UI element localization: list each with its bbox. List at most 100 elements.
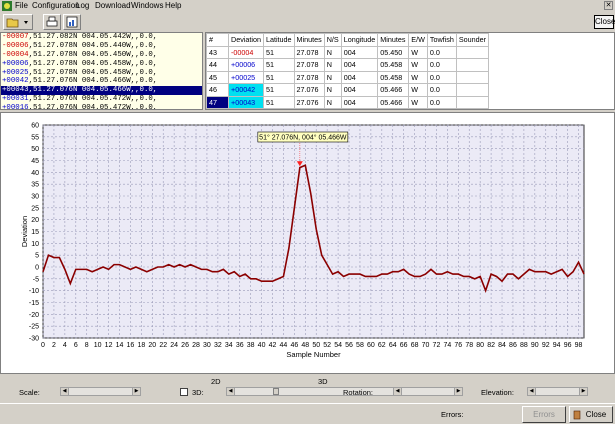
x-tick-label: 58	[356, 342, 364, 349]
scroll-left-icon[interactable]: ◀	[227, 388, 235, 395]
x-tick-label: 60	[367, 342, 375, 349]
log-list-item[interactable]: +00016,51.27.076N 004.05.472W,,0.0,	[1, 104, 202, 109]
table-cell-snd	[455, 45, 490, 59]
scroll-right-icon[interactable]: ▶	[579, 388, 587, 395]
document-chart-icon	[66, 16, 78, 28]
scale-slider[interactable]: ◀ ▶	[60, 387, 141, 396]
table-cell-lat: 51	[262, 58, 295, 72]
export-button[interactable]	[63, 14, 81, 30]
column-header[interactable]: Longitude	[340, 33, 379, 47]
elevation-slider[interactable]: ◀ ▶	[527, 387, 588, 396]
scroll-left-icon[interactable]: ◀	[528, 388, 536, 395]
x-tick-label: 76	[454, 342, 462, 349]
menu-help[interactable]: Help	[165, 1, 181, 10]
x-tick-label: 64	[389, 342, 397, 349]
log-list-item[interactable]: +00042,51.27.076N 004.05.466W,,0.0,	[1, 77, 202, 86]
x-tick-label: 72	[433, 342, 441, 349]
errors-button[interactable]: Errors	[522, 406, 566, 423]
close-button[interactable]: Close	[569, 406, 613, 423]
close-button-top[interactable]: Close	[594, 15, 615, 29]
table-row[interactable]: 45 +00025 51 27.078 N 004 05.458 W 0.0	[206, 70, 490, 84]
window-close-icon[interactable]: ✕	[604, 1, 613, 10]
menu-configuration[interactable]: Configuration	[32, 1, 80, 10]
y-tick-label: 40	[31, 170, 39, 177]
x-tick-label: 6	[74, 342, 78, 349]
scroll-right-icon[interactable]: ▶	[454, 388, 462, 395]
column-header[interactable]: #	[206, 33, 229, 47]
x-tick-label: 50	[312, 342, 320, 349]
menu-windows[interactable]: Windows	[131, 1, 163, 10]
x-tick-label: 56	[345, 342, 353, 349]
y-tick-label: 25	[31, 205, 39, 212]
scroll-left-icon[interactable]: ◀	[61, 388, 69, 395]
x-tick-label: 70	[422, 342, 430, 349]
table-cell-n: 44	[206, 58, 229, 72]
table-cell-lat: 51	[262, 70, 295, 84]
x-tick-label: 2	[52, 342, 56, 349]
column-header[interactable]: Minutes	[377, 33, 410, 47]
3d-checkbox-label: 3D:	[192, 388, 204, 397]
x-tick-label: 98	[575, 342, 583, 349]
open-folder-button[interactable]	[3, 14, 33, 30]
x-tick-label: 32	[214, 342, 222, 349]
table-cell-lon: 004	[340, 95, 379, 109]
x-tick-label: 92	[542, 342, 550, 349]
print-button[interactable]	[43, 14, 61, 30]
log-deviation: +00043	[2, 86, 29, 95]
menu-file[interactable]: File	[15, 1, 28, 10]
3d-checkbox[interactable]	[180, 388, 188, 396]
x-tick-label: 94	[553, 342, 561, 349]
table-cell-min: 27.078	[293, 45, 325, 59]
column-header[interactable]: E/W	[408, 33, 428, 47]
column-header[interactable]: Deviation	[228, 33, 264, 47]
table-row[interactable]: 47 +00043 51 27.076 N 004 05.466 W 0.0	[206, 95, 490, 109]
x-tick-label: 88	[520, 342, 528, 349]
log-deviation: +00025	[2, 68, 29, 77]
table-cell-ew: W	[408, 70, 428, 84]
y-tick-label: 50	[31, 146, 39, 153]
log-deviation: -00007	[2, 33, 29, 41]
scroll-right-icon[interactable]: ▶	[132, 388, 140, 395]
scale-label: Scale:	[19, 388, 40, 397]
log-list-item[interactable]: +00006,51.27.078N 004.05.458W,,0.0,	[1, 60, 202, 69]
column-header[interactable]: Sounder	[455, 33, 490, 47]
table-cell-dev: +00043	[228, 95, 264, 109]
column-header[interactable]: Towfish	[426, 33, 457, 47]
log-list-item[interactable]: -00006,51.27.078N 004.05.440W,,0.0,	[1, 42, 202, 51]
x-tick-label: 84	[498, 342, 506, 349]
table-cell-tow: 0.0	[426, 58, 457, 72]
y-tick-label: -20	[29, 312, 39, 319]
column-header[interactable]: Minutes	[293, 33, 325, 47]
x-tick-label: 30	[203, 342, 211, 349]
y-tick-label: 5	[35, 253, 39, 260]
log-deviation: +00042	[2, 77, 29, 86]
table-row[interactable]: 43 -00004 51 27.078 N 004 05.450 W 0.0	[206, 45, 490, 59]
menu-log[interactable]: Log	[76, 1, 89, 10]
column-header[interactable]: Latitude	[262, 33, 295, 47]
x-axis-label: Sample Number	[286, 350, 341, 359]
x-tick-label: 24	[170, 342, 178, 349]
table-row[interactable]: 44 +00006 51 27.078 N 004 05.458 W 0.0	[206, 58, 490, 72]
folder-open-icon	[6, 18, 28, 28]
x-tick-label: 68	[411, 342, 419, 349]
x-tick-label: 22	[159, 342, 167, 349]
app-icon	[2, 1, 12, 11]
x-tick-label: 66	[400, 342, 408, 349]
scroll-left-icon[interactable]: ◀	[394, 388, 402, 395]
log-list-item[interactable]: +00031,51.27.076N 004.05.472W,,0.0,	[1, 95, 202, 104]
log-list[interactable]: -00007,51.27.082N 004.05.442W,,0.0, -0000…	[0, 32, 203, 110]
slider-thumb[interactable]	[273, 388, 279, 395]
table-cell-dev: +00042	[228, 83, 264, 97]
rotation-slider[interactable]: ◀ ▶	[393, 387, 463, 396]
log-list-item[interactable]: -00004,51.27.078N 004.05.450W,,0.0,	[1, 51, 202, 60]
log-list-item[interactable]: -00007,51.27.082N 004.05.442W,,0.0,	[1, 33, 202, 42]
log-list-item[interactable]: +00043,51.27.076N 004.05.466W,,0.0,	[1, 86, 202, 96]
table-cell-ew: W	[408, 83, 428, 97]
table-cell-lat: 51	[262, 95, 295, 109]
log-list-item[interactable]: +00025,51.27.078N 004.05.458W,,0.0,	[1, 69, 202, 78]
menu-download[interactable]: Download	[95, 1, 131, 10]
column-header[interactable]: N/S	[323, 33, 342, 47]
table-row[interactable]: 46 +00042 51 27.076 N 004 05.466 W 0.0	[206, 83, 490, 97]
table-cell-lmin: 05.458	[377, 70, 410, 84]
table-cell-n: 45	[206, 70, 229, 84]
